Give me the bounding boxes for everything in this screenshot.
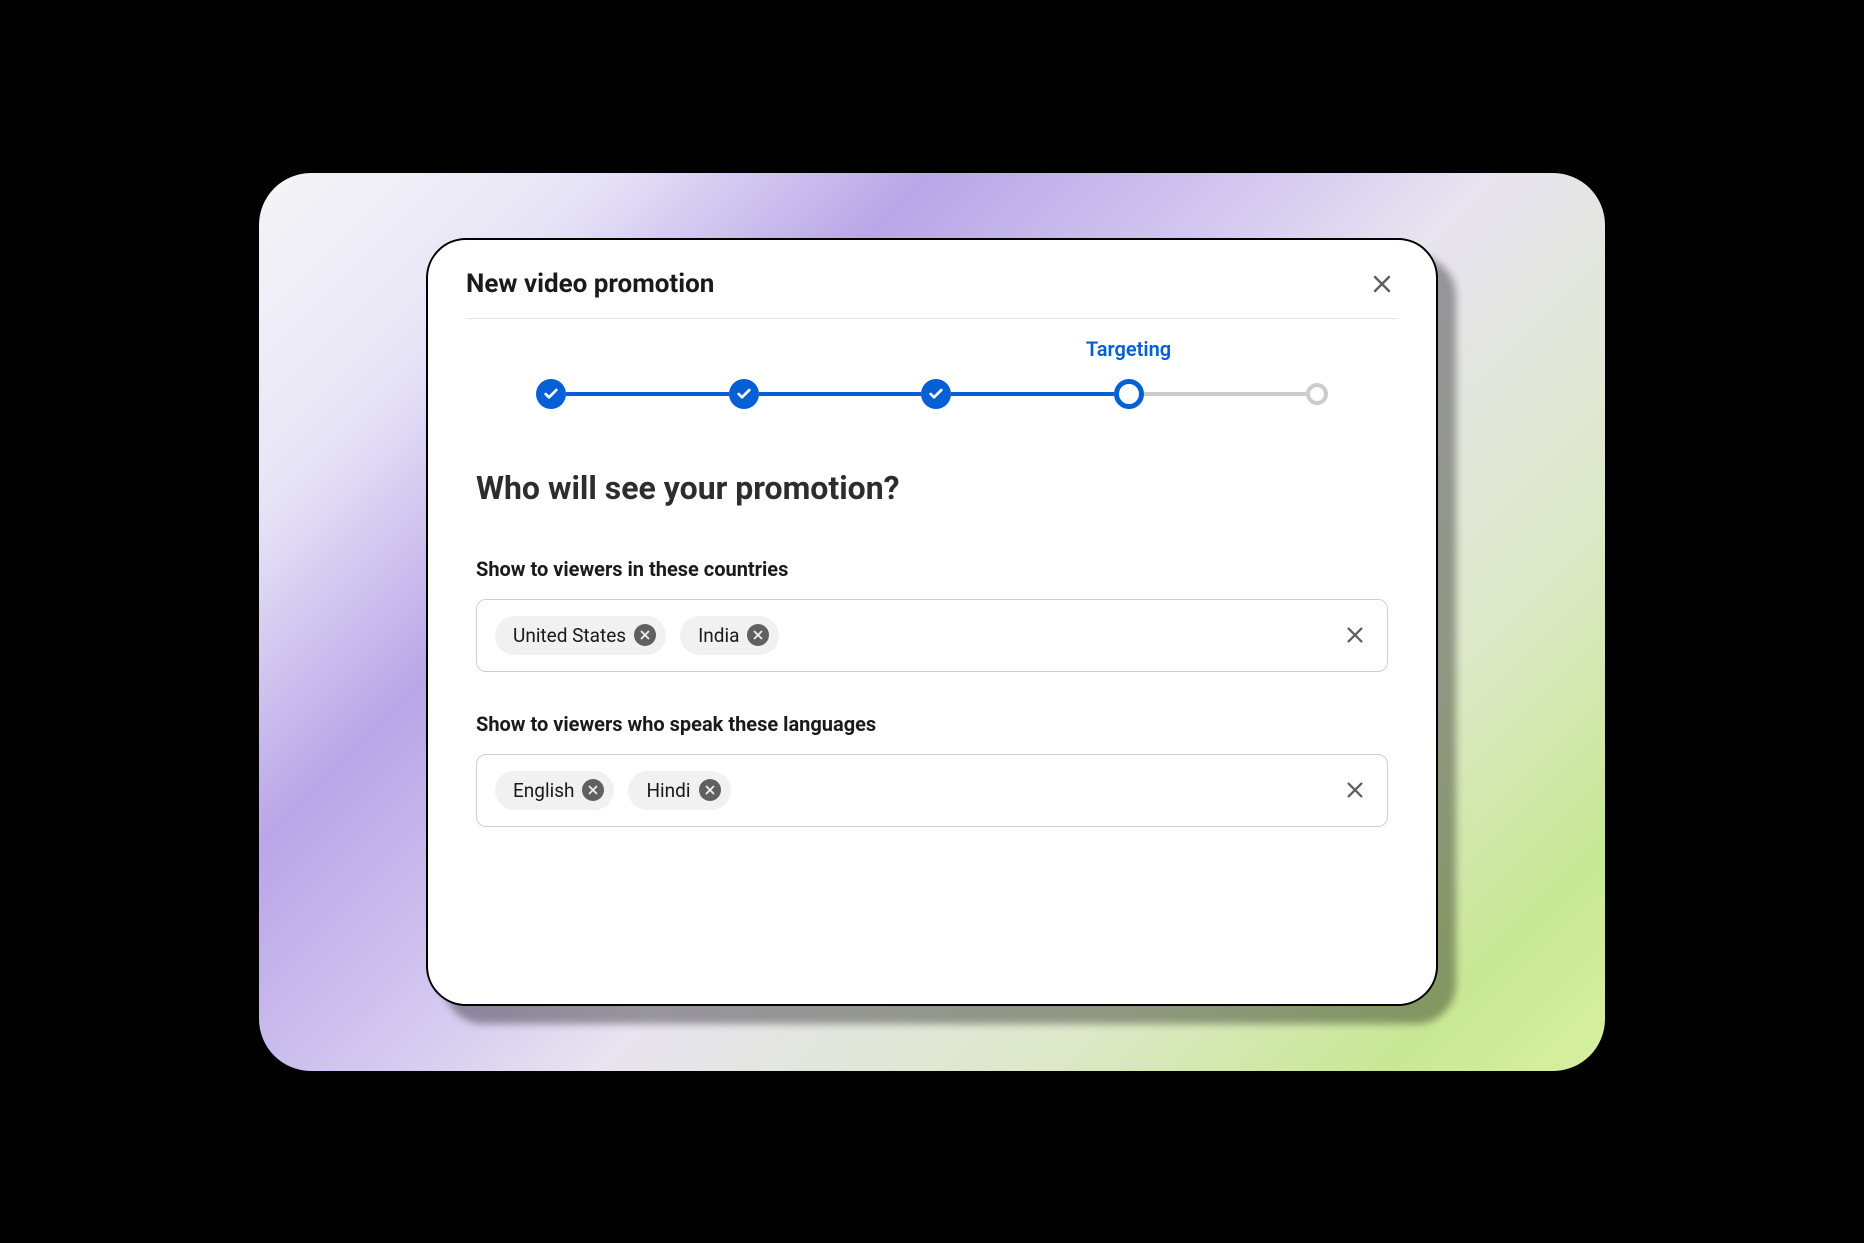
step-2[interactable] — [729, 379, 759, 409]
stepper: Targeting — [466, 319, 1398, 449]
close-icon — [639, 629, 651, 641]
close-icon — [752, 629, 764, 641]
chip-country: India — [680, 616, 779, 655]
languages-label: Show to viewers who speak these language… — [476, 712, 1388, 736]
chip-language: Hindi — [628, 771, 730, 810]
countries-chips: United States India — [495, 616, 1327, 655]
close-icon — [587, 784, 599, 796]
chip-remove-button[interactable] — [634, 624, 656, 646]
chip-label: Hindi — [646, 779, 690, 802]
modal-header: New video promotion — [466, 268, 1398, 319]
chip-label: United States — [513, 624, 626, 647]
section-heading: Who will see your promotion? — [476, 469, 1388, 507]
step-circle-upcoming — [1306, 383, 1328, 405]
step-circle-completed — [729, 379, 759, 409]
step-circle-current — [1114, 379, 1144, 409]
promotion-modal: New video promotion — [426, 238, 1438, 1006]
content-area: Who will see your promotion? Show to vie… — [466, 449, 1398, 867]
step-1[interactable] — [536, 379, 566, 409]
countries-field: Show to viewers in these countries Unite… — [476, 557, 1388, 672]
chip-remove-button[interactable] — [747, 624, 769, 646]
chip-label: English — [513, 779, 574, 802]
step-circle-completed — [536, 379, 566, 409]
step-line-inactive — [1144, 392, 1307, 396]
step-circle-completed — [921, 379, 951, 409]
step-3[interactable] — [921, 379, 951, 409]
step-line — [566, 392, 729, 396]
close-icon — [704, 784, 716, 796]
step-label-current: Targeting — [1086, 337, 1171, 361]
step-line — [759, 392, 922, 396]
step-4-targeting[interactable]: Targeting — [1114, 379, 1144, 409]
check-icon — [928, 386, 944, 402]
clear-countries-button[interactable] — [1341, 621, 1369, 649]
clear-languages-button[interactable] — [1341, 776, 1369, 804]
chip-remove-button[interactable] — [699, 779, 721, 801]
countries-input[interactable]: United States India — [476, 599, 1388, 672]
languages-field: Show to viewers who speak these language… — [476, 712, 1388, 827]
countries-label: Show to viewers in these countries — [476, 557, 1388, 581]
languages-chips: English Hindi — [495, 771, 1327, 810]
step-line — [951, 392, 1114, 396]
modal-title: New video promotion — [466, 269, 714, 299]
chip-language: English — [495, 771, 614, 810]
close-icon — [1370, 272, 1394, 296]
close-icon — [1344, 779, 1366, 801]
gradient-frame: New video promotion — [259, 173, 1605, 1071]
languages-input[interactable]: English Hindi — [476, 754, 1388, 827]
chip-label: India — [698, 624, 739, 647]
close-icon — [1344, 624, 1366, 646]
close-button[interactable] — [1366, 268, 1398, 300]
stepper-track: Targeting — [536, 379, 1328, 409]
chip-country: United States — [495, 616, 666, 655]
step-5[interactable] — [1306, 383, 1328, 405]
check-icon — [543, 386, 559, 402]
check-icon — [736, 386, 752, 402]
chip-remove-button[interactable] — [582, 779, 604, 801]
